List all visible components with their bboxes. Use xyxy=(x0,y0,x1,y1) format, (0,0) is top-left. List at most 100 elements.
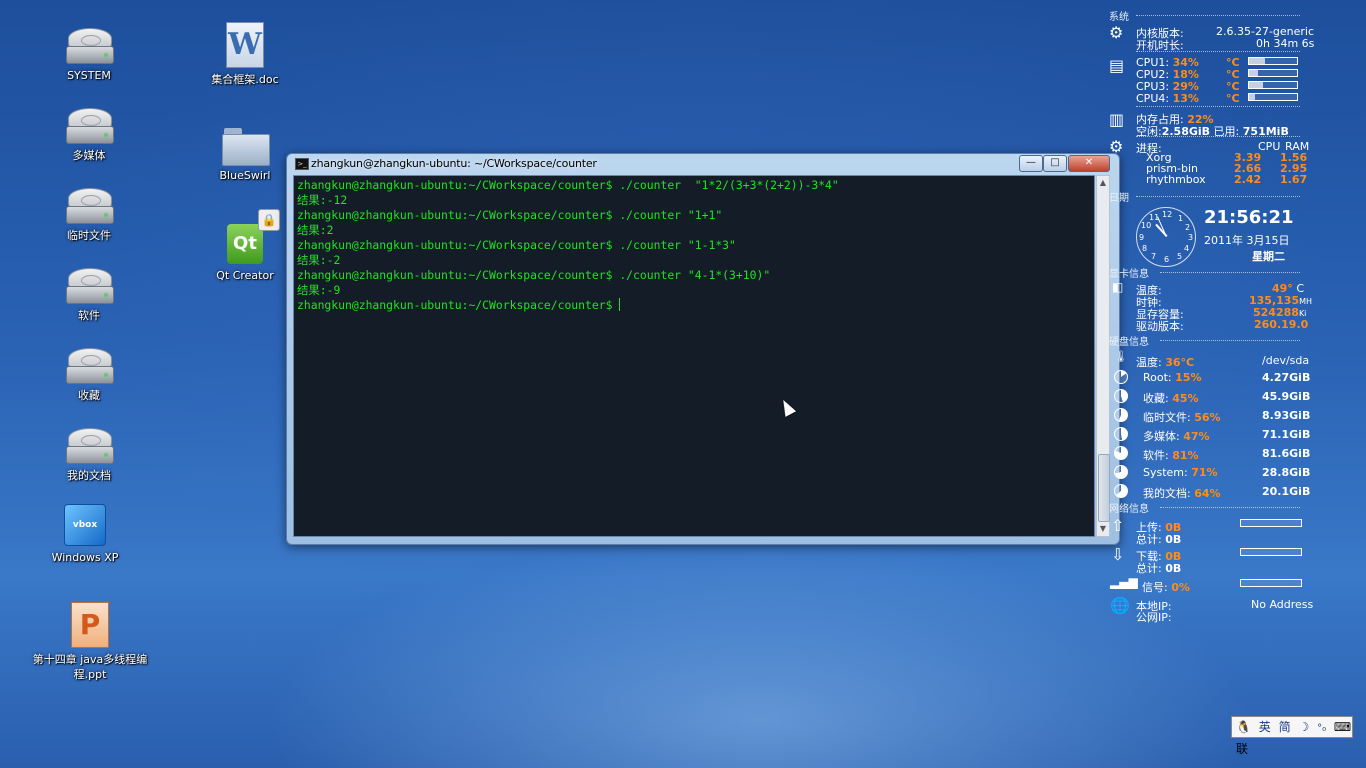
cpu-usage-fill xyxy=(1249,82,1263,88)
weekday-text: 星期二 xyxy=(1252,250,1285,263)
local-ip-value: No Address xyxy=(1251,598,1314,611)
desktop-icon-favorites[interactable]: 收藏 xyxy=(29,348,149,403)
terminal-line: 结果:-12 xyxy=(297,193,348,207)
upload-total-row: 总计: 0B xyxy=(1136,533,1182,546)
ime-lian-toggle[interactable]: 联 xyxy=(1236,739,1248,759)
signal-bar xyxy=(1240,579,1302,587)
hard-drive-icon xyxy=(66,348,114,384)
divider xyxy=(1136,51,1300,52)
thermometer-icon: 🌡 xyxy=(1114,350,1128,363)
divider xyxy=(1136,196,1300,197)
close-button[interactable]: ✕ xyxy=(1068,155,1110,172)
disk-usage-pie-icon xyxy=(1114,484,1128,498)
terminal-line: zhangkun@zhangkun-ubuntu:~/CWorkspace/co… xyxy=(297,208,723,222)
terminal-line: 结果:-2 xyxy=(297,253,341,267)
divider xyxy=(1136,15,1300,16)
hard-drive-icon xyxy=(66,28,114,64)
process-name: rhythmbox xyxy=(1146,173,1206,186)
keyboard-icon[interactable]: ⌨ xyxy=(1334,717,1351,737)
divider xyxy=(1160,272,1300,273)
upload-graph xyxy=(1240,519,1302,527)
window-titlebar[interactable]: >_ zhangkun@zhangkun-ubuntu: ~/CWorkspac… xyxy=(287,154,1119,174)
desktop-icon-software[interactable]: 软件 xyxy=(29,268,149,323)
cpu-usage-fill xyxy=(1249,94,1256,100)
gpu-driver-value: 260.19.0 xyxy=(1254,318,1309,331)
hard-drive-icon xyxy=(66,428,114,464)
desktop-icon-temp-files[interactable]: 临时文件 xyxy=(29,188,149,243)
cpu-usage-bar xyxy=(1248,57,1298,65)
public-ip-label: 公网IP: xyxy=(1136,611,1172,624)
section-title-gpu: 显卡信息 xyxy=(1109,269,1149,280)
desktop-icon-label: Windows XP xyxy=(51,551,119,564)
download-graph xyxy=(1240,548,1302,556)
disk-row: 我的文档: 64% xyxy=(1143,487,1221,500)
input-method-toolbar[interactable]: 🐧 英 简 ☽ °₀ ⌨ 联 xyxy=(1231,716,1353,756)
desktop-icon-label: 第十四章 java多线程编程.ppt xyxy=(32,653,148,681)
hard-drive-icon xyxy=(66,188,114,224)
powerpoint-file-icon: P xyxy=(71,602,109,648)
divider xyxy=(1136,136,1300,137)
desktop-icon-label: 软件 xyxy=(78,309,100,322)
disk-size: 81.6GiB xyxy=(1262,447,1311,460)
lock-icon: 🔒 xyxy=(258,209,280,231)
cpu-usage-bar xyxy=(1248,93,1298,101)
disk-row: System: 71% xyxy=(1143,466,1218,479)
uptime-value: 0h 34m 6s xyxy=(1256,37,1315,50)
minimize-button[interactable]: — xyxy=(1019,155,1043,172)
ime-simplified-toggle[interactable]: 简 xyxy=(1279,717,1291,737)
cpu-usage-fill xyxy=(1249,58,1266,64)
disk-usage-pie-icon xyxy=(1114,427,1128,441)
terminal-window[interactable]: >_ zhangkun@zhangkun-ubuntu: ~/CWorkspac… xyxy=(286,153,1120,545)
cpu-usage-bar xyxy=(1248,81,1298,89)
disk-size: 45.9GiB xyxy=(1262,390,1311,403)
desktop-icon-label: 我的文档 xyxy=(67,469,111,482)
disk-usage-pie-icon xyxy=(1114,389,1128,403)
disk-usage-pie-icon xyxy=(1114,446,1128,460)
hard-drive-icon xyxy=(66,108,114,144)
desktop-icon-multimedia[interactable]: 多媒体 xyxy=(29,108,149,163)
scroll-up-arrow-icon[interactable]: ▲ xyxy=(1097,176,1109,190)
terminal-line: zhangkun@zhangkun-ubuntu:~/CWorkspace/co… xyxy=(297,238,736,252)
maximize-button[interactable]: □ xyxy=(1043,155,1067,172)
terminal-line: 结果:-9 xyxy=(297,283,341,297)
divider xyxy=(1136,106,1300,107)
desktop-icon-system[interactable]: SYSTEM xyxy=(29,28,149,83)
terminal-app-icon: >_ xyxy=(295,158,309,170)
disk-size: 8.93GiB xyxy=(1262,409,1311,422)
text-cursor xyxy=(619,298,621,311)
desktop-icon-label: 集合框架.doc xyxy=(211,73,279,86)
desktop-icon-ppt[interactable]: P 第十四章 java多线程编程.ppt xyxy=(20,602,160,682)
process-cpu-header: CPU xyxy=(1258,140,1281,153)
vertical-scrollbar[interactable]: ▲ ▼ xyxy=(1096,175,1110,537)
disk-row: 临时文件: 56% xyxy=(1143,411,1221,424)
divider xyxy=(1160,507,1300,508)
process-ram: 1.67 xyxy=(1280,173,1308,186)
desktop-icon-my-documents[interactable]: 我的文档 xyxy=(29,428,149,483)
ime-moon-icon[interactable]: ☽ xyxy=(1298,717,1309,737)
disk-usage-pie-icon xyxy=(1114,408,1128,422)
disk-size: 20.1GiB xyxy=(1262,485,1311,498)
cpu-icon: ▤ xyxy=(1109,56,1125,75)
desktop-icon-doc[interactable]: W 集合框架.doc xyxy=(185,22,305,87)
ime-punct-icon[interactable]: °₀ xyxy=(1317,719,1326,739)
terminal-screen[interactable]: zhangkun@zhangkun-ubuntu:~/CWorkspace/co… xyxy=(293,175,1095,537)
desktop-icon-label: 临时文件 xyxy=(67,229,111,242)
folder-icon xyxy=(222,128,270,166)
disk-row: 软件: 81% xyxy=(1143,449,1199,462)
gpu-driver-label: 驱动版本: xyxy=(1136,320,1184,333)
disk-row: 收藏: 45% xyxy=(1143,392,1199,405)
ubuntu-logo-icon: ⚙ xyxy=(1109,23,1124,42)
section-title-system: 系统 xyxy=(1109,12,1129,23)
memory-icon: ▥ xyxy=(1109,110,1125,129)
ime-lang-toggle[interactable]: 英 xyxy=(1259,717,1271,737)
upload-arrow-icon: ⇧ xyxy=(1111,516,1125,535)
section-title-network: 网络信息 xyxy=(1109,504,1149,515)
desktop-icon-windows-xp[interactable]: vbox Windows XP xyxy=(25,504,145,565)
cpu-temp-unit: °C xyxy=(1226,92,1240,105)
scroll-down-arrow-icon[interactable]: ▼ xyxy=(1097,522,1109,536)
word-document-icon: W xyxy=(226,22,264,68)
window-title: zhangkun@zhangkun-ubuntu: ~/CWorkspace/c… xyxy=(311,157,597,170)
terminal-prompt-line[interactable]: zhangkun@zhangkun-ubuntu:~/CWorkspace/co… xyxy=(297,298,1094,313)
penguin-icon[interactable]: 🐧 xyxy=(1236,717,1251,737)
disk-temp-row: 温度: 36°C xyxy=(1136,356,1195,369)
